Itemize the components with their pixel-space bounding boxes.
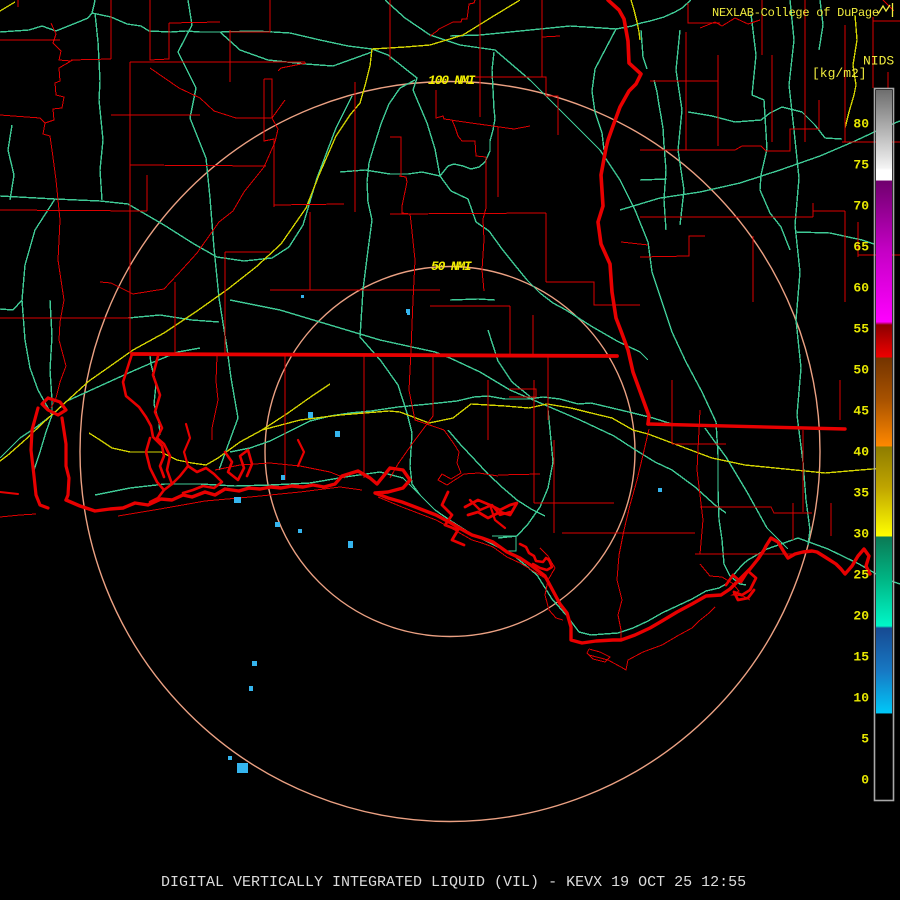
svg-text:10: 10 [853, 691, 869, 706]
svg-text:70: 70 [853, 199, 869, 214]
svg-text:[kg/m2]: [kg/m2] [812, 66, 867, 81]
svg-text:40: 40 [853, 445, 869, 460]
svg-text:60: 60 [853, 281, 869, 296]
svg-text:50 NMI: 50 NMI [431, 259, 472, 274]
svg-text:15: 15 [853, 650, 869, 665]
svg-text:75: 75 [853, 158, 869, 173]
svg-text:55: 55 [853, 322, 869, 337]
svg-text:NEXLAB-College of DuPage: NEXLAB-College of DuPage [712, 6, 879, 20]
svg-text:DIGITAL VERTICALLY INTEGRATED: DIGITAL VERTICALLY INTEGRATED LIQUID (VI… [161, 874, 746, 891]
svg-text:80: 80 [853, 117, 869, 132]
svg-text:45: 45 [853, 404, 869, 419]
svg-text:35: 35 [853, 486, 869, 501]
svg-text:5: 5 [861, 732, 869, 747]
svg-text:50: 50 [853, 363, 869, 378]
svg-text:25: 25 [853, 568, 869, 583]
svg-text:65: 65 [853, 240, 869, 255]
svg-text:NIDS: NIDS [863, 54, 894, 69]
svg-text:100 NMI: 100 NMI [428, 73, 476, 88]
svg-text:20: 20 [853, 609, 869, 624]
svg-text:0: 0 [861, 773, 869, 788]
svg-text:30: 30 [853, 527, 869, 542]
